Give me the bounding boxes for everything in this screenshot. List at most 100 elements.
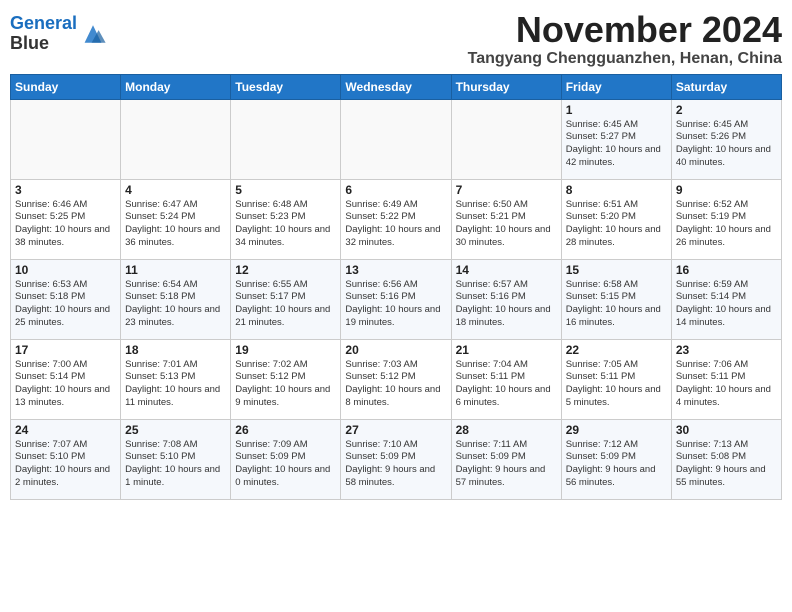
day-number: 27 [345,423,446,437]
calendar-cell: 12 Sunrise: 6:55 AM Sunset: 5:17 PM Dayli… [231,259,341,339]
day-number: 21 [456,343,557,357]
calendar-cell: 3Sunrise: 6:46 AM Sunset: 5:25 PM Daylig… [11,179,121,259]
calendar-table: SundayMondayTuesdayWednesdayThursdayFrid… [10,74,782,500]
calendar-cell: 19 Sunrise: 7:02 AM Sunset: 5:12 PM Dayli… [231,339,341,419]
day-info: Sunrise: 6:54 AM Sunset: 5:18 PM Dayligh… [125,279,226,330]
calendar-cell: 17 Sunrise: 7:00 AM Sunset: 5:14 PM Dayli… [11,339,121,419]
day-number: 14 [456,263,557,277]
day-number: 6 [345,183,446,197]
day-number: 2 [676,103,777,117]
calendar-cell: 8 Sunrise: 6:51 AM Sunset: 5:20 PM Daylig… [561,179,671,259]
day-number: 23 [676,343,777,357]
day-info: Sunrise: 7:04 AM Sunset: 5:11 PM Dayligh… [456,359,557,410]
day-info: Sunrise: 7:11 AM Sunset: 5:09 PM Dayligh… [456,439,557,490]
calendar-cell: 15 Sunrise: 6:58 AM Sunset: 5:15 PM Dayli… [561,259,671,339]
day-info: Sunrise: 7:02 AM Sunset: 5:12 PM Dayligh… [235,359,336,410]
day-number: 19 [235,343,336,357]
calendar-cell: 11 Sunrise: 6:54 AM Sunset: 5:18 PM Dayli… [121,259,231,339]
day-number: 28 [456,423,557,437]
day-info: Sunrise: 7:06 AM Sunset: 5:11 PM Dayligh… [676,359,777,410]
day-info: Sunrise: 7:12 AM Sunset: 5:09 PM Dayligh… [566,439,667,490]
calendar-cell [341,99,451,179]
calendar-cell: 10 Sunrise: 6:53 AM Sunset: 5:18 PM Dayli… [11,259,121,339]
calendar-cell: 14Sunrise: 6:57 AM Sunset: 5:16 PM Dayli… [451,259,561,339]
day-number: 25 [125,423,226,437]
calendar-cell: 22Sunrise: 7:05 AM Sunset: 5:11 PM Dayli… [561,339,671,419]
calendar-cell [451,99,561,179]
calendar-cell: 23 Sunrise: 7:06 AM Sunset: 5:11 PM Dayli… [671,339,781,419]
calendar-cell [121,99,231,179]
title-block: November 2024 Tangyang Chengguanzhen, He… [468,10,782,68]
day-number: 4 [125,183,226,197]
day-number: 10 [15,263,116,277]
weekday-header: Sunday [11,74,121,99]
day-number: 1 [566,103,667,117]
day-info: Sunrise: 6:48 AM Sunset: 5:23 PM Dayligh… [235,199,336,250]
day-info: Sunrise: 6:52 AM Sunset: 5:19 PM Dayligh… [676,199,777,250]
calendar-cell: 4 Sunrise: 6:47 AM Sunset: 5:24 PM Daylig… [121,179,231,259]
day-number: 13 [345,263,446,277]
day-number: 26 [235,423,336,437]
day-info: Sunrise: 7:08 AM Sunset: 5:10 PM Dayligh… [125,439,226,490]
calendar-cell: 30 Sunrise: 7:13 AM Sunset: 5:08 PM Dayli… [671,419,781,499]
calendar-week-row: 24Sunrise: 7:07 AM Sunset: 5:10 PM Dayli… [11,419,782,499]
location-title: Tangyang Chengguanzhen, Henan, China [468,50,782,68]
day-info: Sunrise: 7:10 AM Sunset: 5:09 PM Dayligh… [345,439,446,490]
weekday-header: Thursday [451,74,561,99]
day-number: 29 [566,423,667,437]
weekday-header: Saturday [671,74,781,99]
day-number: 30 [676,423,777,437]
month-title: November 2024 [468,10,782,50]
day-info: Sunrise: 6:45 AM Sunset: 5:27 PM Dayligh… [566,119,667,170]
calendar-cell: 21 Sunrise: 7:04 AM Sunset: 5:11 PM Dayli… [451,339,561,419]
day-number: 15 [566,263,667,277]
calendar-cell: 16 Sunrise: 6:59 AM Sunset: 5:14 PM Dayli… [671,259,781,339]
day-number: 11 [125,263,226,277]
day-info: Sunrise: 7:13 AM Sunset: 5:08 PM Dayligh… [676,439,777,490]
day-info: Sunrise: 7:03 AM Sunset: 5:12 PM Dayligh… [345,359,446,410]
day-info: Sunrise: 6:51 AM Sunset: 5:20 PM Dayligh… [566,199,667,250]
day-number: 3 [15,183,116,197]
day-info: Sunrise: 7:07 AM Sunset: 5:10 PM Dayligh… [15,439,116,490]
calendar-cell: 25 Sunrise: 7:08 AM Sunset: 5:10 PM Dayli… [121,419,231,499]
calendar-cell: 20 Sunrise: 7:03 AM Sunset: 5:12 PM Dayli… [341,339,451,419]
day-info: Sunrise: 6:47 AM Sunset: 5:24 PM Dayligh… [125,199,226,250]
day-number: 9 [676,183,777,197]
calendar-cell: 29 Sunrise: 7:12 AM Sunset: 5:09 PM Dayli… [561,419,671,499]
calendar-cell: 6 Sunrise: 6:49 AM Sunset: 5:22 PM Daylig… [341,179,451,259]
calendar-cell: 24Sunrise: 7:07 AM Sunset: 5:10 PM Dayli… [11,419,121,499]
weekday-header: Friday [561,74,671,99]
calendar-cell: 28 Sunrise: 7:11 AM Sunset: 5:09 PM Dayli… [451,419,561,499]
calendar-cell: 5 Sunrise: 6:48 AM Sunset: 5:23 PM Daylig… [231,179,341,259]
page-header: General Blue November 2024 Tangyang Chen… [10,10,782,68]
day-info: Sunrise: 6:53 AM Sunset: 5:18 PM Dayligh… [15,279,116,330]
day-info: Sunrise: 6:45 AM Sunset: 5:26 PM Dayligh… [676,119,777,170]
day-number: 12 [235,263,336,277]
calendar-cell: 1 Sunrise: 6:45 AM Sunset: 5:27 PM Daylig… [561,99,671,179]
day-number: 17 [15,343,116,357]
calendar-week-row: 10 Sunrise: 6:53 AM Sunset: 5:18 PM Dayli… [11,259,782,339]
logo-text: General Blue [10,14,77,54]
weekday-header: Monday [121,74,231,99]
calendar-cell: 13Sunrise: 6:56 AM Sunset: 5:16 PM Dayli… [341,259,451,339]
day-number: 18 [125,343,226,357]
calendar-cell: 7Sunrise: 6:50 AM Sunset: 5:21 PM Daylig… [451,179,561,259]
day-info: Sunrise: 7:00 AM Sunset: 5:14 PM Dayligh… [15,359,116,410]
day-number: 22 [566,343,667,357]
calendar-week-row: 1 Sunrise: 6:45 AM Sunset: 5:27 PM Daylig… [11,99,782,179]
calendar-cell [231,99,341,179]
weekday-header: Tuesday [231,74,341,99]
day-info: Sunrise: 6:59 AM Sunset: 5:14 PM Dayligh… [676,279,777,330]
calendar-cell: 26Sunrise: 7:09 AM Sunset: 5:09 PM Dayli… [231,419,341,499]
day-info: Sunrise: 6:49 AM Sunset: 5:22 PM Dayligh… [345,199,446,250]
calendar-cell: 18Sunrise: 7:01 AM Sunset: 5:13 PM Dayli… [121,339,231,419]
day-number: 8 [566,183,667,197]
calendar-cell: 9 Sunrise: 6:52 AM Sunset: 5:19 PM Daylig… [671,179,781,259]
day-number: 16 [676,263,777,277]
day-number: 5 [235,183,336,197]
day-info: Sunrise: 6:58 AM Sunset: 5:15 PM Dayligh… [566,279,667,330]
calendar-cell: 27 Sunrise: 7:10 AM Sunset: 5:09 PM Dayli… [341,419,451,499]
calendar-week-row: 17 Sunrise: 7:00 AM Sunset: 5:14 PM Dayli… [11,339,782,419]
day-number: 20 [345,343,446,357]
day-info: Sunrise: 6:55 AM Sunset: 5:17 PM Dayligh… [235,279,336,330]
